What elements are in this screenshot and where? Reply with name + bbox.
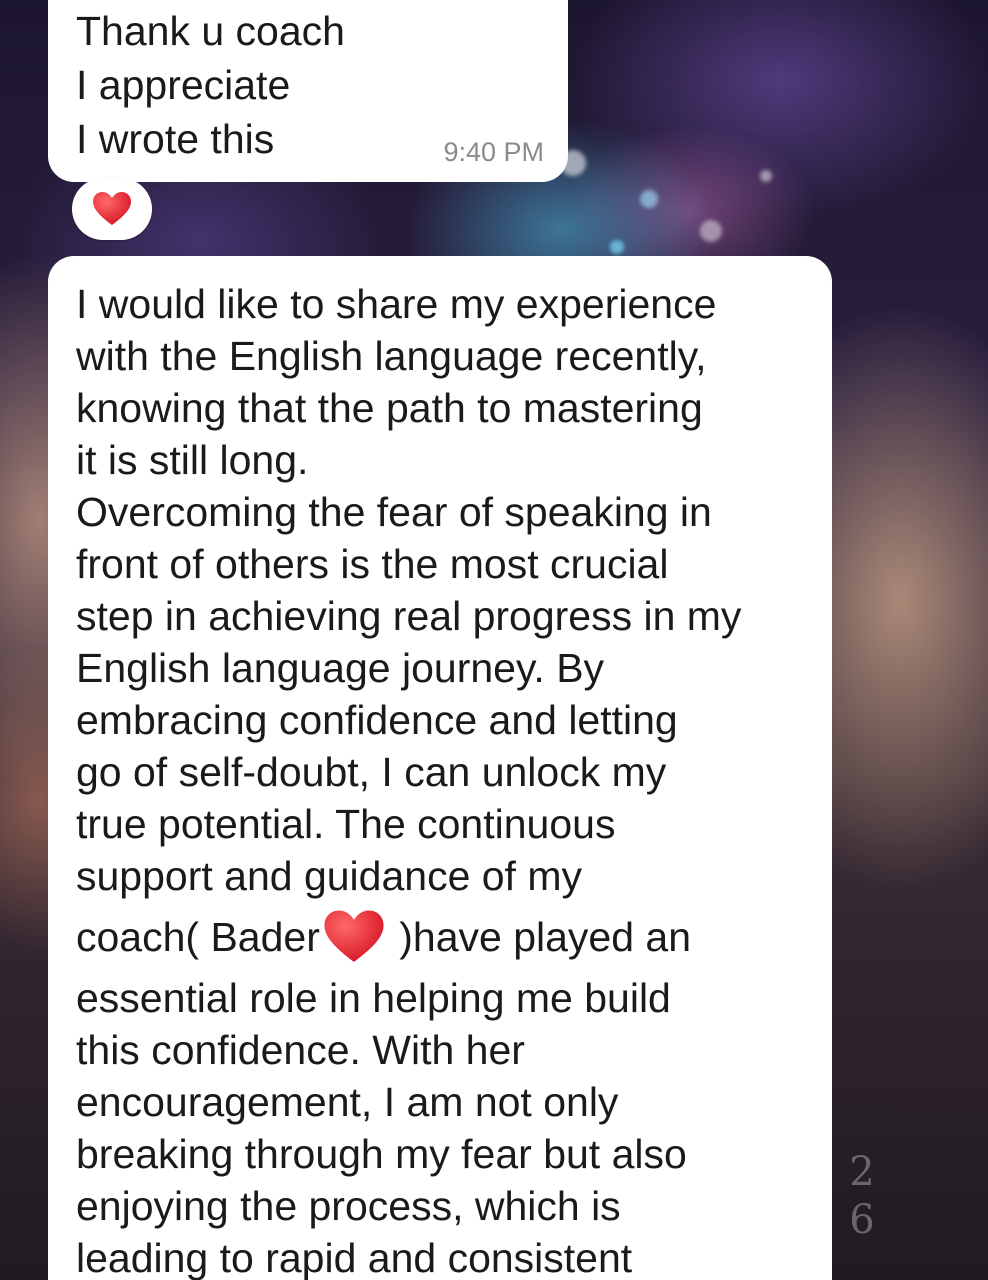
message-line: true potential. The continuous <box>76 801 616 847</box>
message-line: it is still long. <box>76 437 309 483</box>
wallpaper-glow <box>700 220 722 242</box>
wallpaper-digits: 2 6 <box>846 1148 878 1244</box>
message-line: English language journey. By <box>76 645 605 691</box>
message-line-with-emoji: coach( Bader )have played an <box>76 906 806 972</box>
message-line: Thank u coach <box>76 8 345 54</box>
message-line: encouragement, I am not only <box>76 1079 619 1125</box>
message-line: front of others is the most crucial <box>76 541 669 587</box>
reaction-chip[interactable] <box>72 178 152 240</box>
wallpaper-glow <box>640 190 658 208</box>
message-line: enjoying the process, which is <box>76 1183 621 1229</box>
wallpaper-digit: 2 <box>849 1149 875 1195</box>
wallpaper-glow <box>760 170 772 182</box>
message-line: this confidence. With her <box>76 1027 525 1073</box>
message-timestamp: 9:40 PM <box>443 137 544 167</box>
message-line: with the English language recently, <box>76 333 707 379</box>
message-line: leading to rapid and consistent <box>76 1235 633 1280</box>
message-line: I appreciate <box>76 62 291 108</box>
heart-icon <box>93 192 131 225</box>
message-line: go of self-doubt, I can unlock my <box>76 749 667 795</box>
message-line: I would like to share my experience <box>76 281 717 327</box>
message-bubble-long[interactable]: I would like to share my experience with… <box>48 256 832 1280</box>
message-line: step in achieving real progress in my <box>76 593 742 639</box>
message-line: essential role in helping me build <box>76 975 671 1021</box>
message-text: coach( Bader <box>76 914 320 960</box>
wallpaper-glow <box>610 240 624 254</box>
wallpaper-digit: 6 <box>849 1197 875 1243</box>
message-line: embracing confidence and letting <box>76 697 678 743</box>
message-text: )have played an <box>387 914 692 960</box>
message-line: support and guidance of my <box>76 853 582 899</box>
message-bubble-short[interactable]: Thank u coach I appreciate I wrote this … <box>48 0 568 182</box>
heart-emoji-icon <box>324 910 384 962</box>
message-line: Overcoming the fear of speaking in <box>76 489 712 535</box>
message-line: breaking through my fear but also <box>76 1131 687 1177</box>
message-line: knowing that the path to mastering <box>76 385 703 431</box>
